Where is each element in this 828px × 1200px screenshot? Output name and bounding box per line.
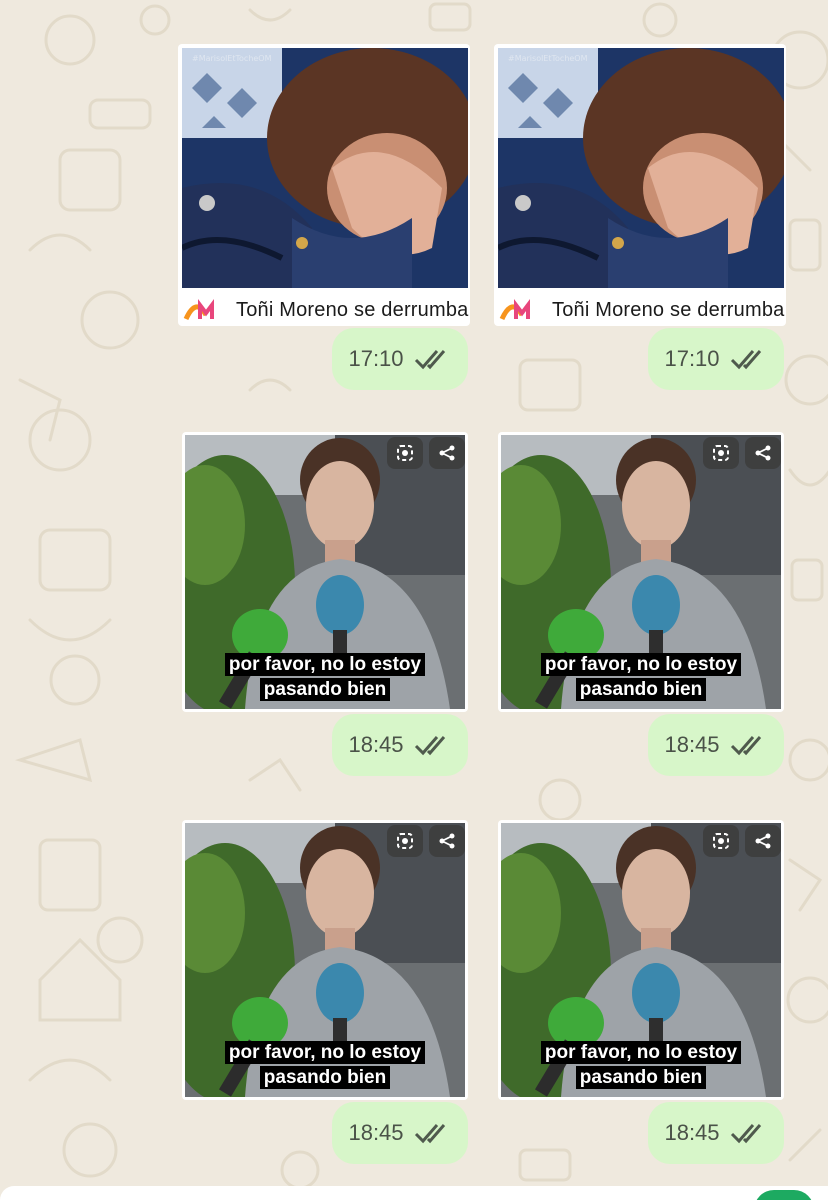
link-preview-card[interactable]: #MarisolEtTocheOM Toñi Moreno se derrumb… bbox=[494, 44, 786, 326]
double-check-read-icon bbox=[414, 736, 445, 756]
timestamp-bubble: 18:45 bbox=[648, 1102, 784, 1164]
video-subtitle: por favor, no lo estoy pasando bien bbox=[501, 653, 781, 701]
video-overlay-controls bbox=[703, 825, 781, 857]
send-button[interactable] bbox=[754, 1190, 814, 1200]
video-message[interactable]: por favor, no lo estoy pasando bien bbox=[182, 432, 468, 712]
video-thumbnail[interactable]: por favor, no lo estoy pasando bien bbox=[185, 823, 465, 1097]
video-thumbnail[interactable]: por favor, no lo estoy pasando bien bbox=[501, 435, 781, 709]
link-preview-title: Toñi Moreno se derrumba bbox=[236, 298, 469, 321]
subtitle-line-1: por favor, no lo estoy bbox=[224, 1041, 426, 1064]
subtitle-line-1: por favor, no lo estoy bbox=[540, 1041, 742, 1064]
subtitle-line-2: pasando bien bbox=[575, 678, 707, 701]
share-icon[interactable] bbox=[745, 437, 781, 469]
timestamp-bubble: 18:45 bbox=[332, 1102, 468, 1164]
lens-icon[interactable] bbox=[387, 825, 423, 857]
message-time: 17:10 bbox=[348, 346, 404, 371]
message-time: 18:45 bbox=[664, 732, 720, 757]
logo-icon bbox=[499, 299, 530, 321]
message-time: 18:45 bbox=[664, 1120, 720, 1145]
double-check-read-icon bbox=[414, 350, 445, 370]
lens-icon[interactable] bbox=[387, 437, 423, 469]
message-input-bar[interactable] bbox=[0, 1186, 828, 1200]
share-icon[interactable] bbox=[745, 825, 781, 857]
link-preview-image[interactable]: #MarisolEtTocheOM bbox=[498, 48, 784, 288]
double-check-read-icon bbox=[730, 1124, 761, 1144]
timestamp-bubble: 18:45 bbox=[332, 714, 468, 776]
message-time: 18:45 bbox=[348, 1120, 404, 1145]
double-check-read-icon bbox=[730, 736, 761, 756]
video-overlay-controls bbox=[387, 825, 465, 857]
double-check-read-icon bbox=[730, 350, 761, 370]
video-subtitle: por favor, no lo estoy pasando bien bbox=[501, 1041, 781, 1089]
lens-icon[interactable] bbox=[703, 825, 739, 857]
message-column-right: #MarisolEtTocheOM Toñi Moreno se derrumb… bbox=[494, 0, 786, 1200]
video-message[interactable]: por favor, no lo estoy pasando bien bbox=[498, 432, 784, 712]
message-column-left: #MarisolEtTocheOM Toñi Moreno se derrumb… bbox=[178, 0, 470, 1200]
share-icon[interactable] bbox=[429, 437, 465, 469]
subtitle-line-1: por favor, no lo estoy bbox=[224, 653, 426, 676]
video-thumbnail[interactable]: por favor, no lo estoy pasando bien bbox=[185, 435, 465, 709]
video-message[interactable]: por favor, no lo estoy pasando bien bbox=[498, 820, 784, 1100]
link-preview-card[interactable]: #MarisolEtTocheOM Toñi Moreno se derrumb… bbox=[178, 44, 470, 326]
double-check-read-icon bbox=[414, 1124, 445, 1144]
link-preview-title-row[interactable]: Toñi Moreno se derrumba bbox=[178, 294, 470, 326]
image-watermark: #MarisolEtTocheOM bbox=[192, 54, 272, 63]
subtitle-line-2: pasando bien bbox=[259, 1066, 391, 1089]
link-preview-title: Toñi Moreno se derrumba bbox=[552, 298, 785, 321]
subtitle-line-2: pasando bien bbox=[575, 1066, 707, 1089]
video-overlay-controls bbox=[387, 437, 465, 469]
video-subtitle: por favor, no lo estoy pasando bien bbox=[185, 1041, 465, 1089]
subtitle-line-2: pasando bien bbox=[259, 678, 391, 701]
link-preview-image[interactable]: #MarisolEtTocheOM bbox=[182, 48, 468, 288]
timestamp-bubble: 18:45 bbox=[648, 714, 784, 776]
subtitle-line-1: por favor, no lo estoy bbox=[540, 653, 742, 676]
share-icon[interactable] bbox=[429, 825, 465, 857]
video-subtitle: por favor, no lo estoy pasando bien bbox=[185, 653, 465, 701]
video-overlay-controls bbox=[703, 437, 781, 469]
link-preview-title-row[interactable]: Toñi Moreno se derrumba bbox=[494, 294, 786, 326]
timestamp-bubble: 17:10 bbox=[648, 328, 784, 390]
video-thumbnail[interactable]: por favor, no lo estoy pasando bien bbox=[501, 823, 781, 1097]
lens-icon[interactable] bbox=[703, 437, 739, 469]
message-time: 17:10 bbox=[664, 346, 720, 371]
logo-icon bbox=[183, 299, 214, 321]
image-watermark: #MarisolEtTocheOM bbox=[508, 54, 588, 63]
timestamp-bubble: 17:10 bbox=[332, 328, 468, 390]
message-time: 18:45 bbox=[348, 732, 404, 757]
video-message[interactable]: por favor, no lo estoy pasando bien bbox=[182, 820, 468, 1100]
